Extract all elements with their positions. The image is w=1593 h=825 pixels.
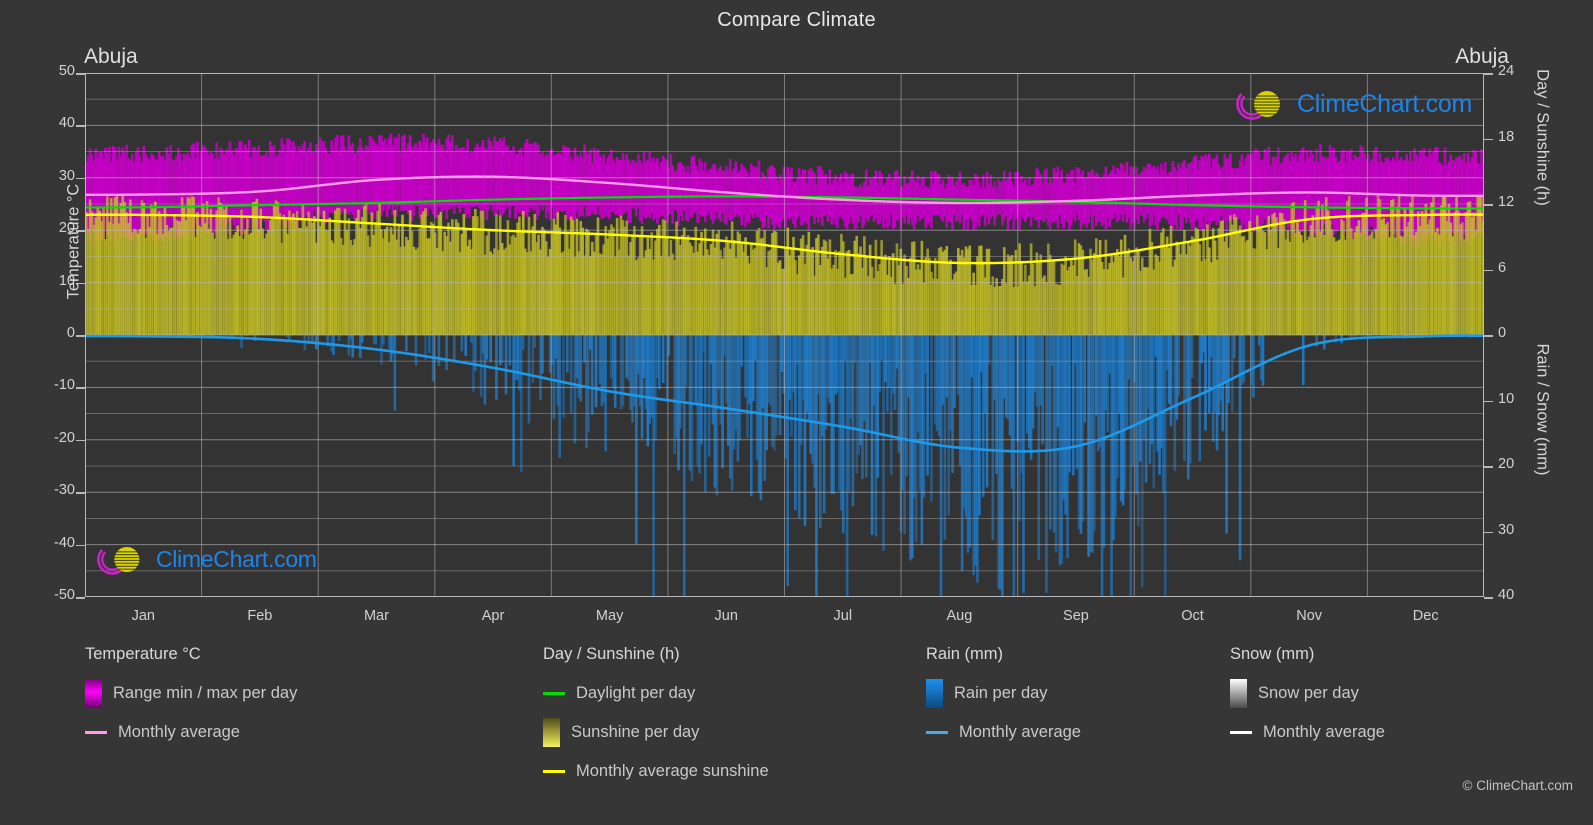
watermark-text-top: ClimeChart.com	[1297, 89, 1472, 118]
y-tick-left--40: -40	[54, 534, 75, 551]
x-tick-apr: Apr	[481, 608, 505, 624]
x-tick-nov: Nov	[1296, 608, 1323, 624]
x-tick-dec: Dec	[1412, 608, 1439, 624]
rain-swatch-icon	[926, 679, 943, 708]
copyright-text: © ClimeChart.com	[1462, 778, 1573, 793]
y-tick-mm-30: 30	[1498, 521, 1515, 538]
legend-label-sunshine-average: Monthly average sunshine	[576, 762, 769, 780]
y-tick-left-40: 40	[58, 115, 75, 132]
legend-item-sunshine-average[interactable]: Monthly average sunshine	[543, 757, 769, 786]
legend-column-day-sunshine: Day / Sunshine (h) Daylight per day Suns…	[543, 645, 769, 796]
legend-label-rain: Rain per day	[954, 684, 1048, 702]
x-tick-jan: Jan	[131, 608, 155, 624]
watermark-logo-bottom: ClimeChart.com	[94, 541, 317, 578]
climechart-logo-icon	[1236, 88, 1280, 120]
y-tickmark-left	[76, 335, 85, 337]
page-title: Compare Climate	[717, 9, 876, 31]
chart-legend: Temperature °C Range min / max per day M…	[0, 645, 1593, 810]
y-tickmark-right	[1484, 138, 1493, 140]
y-tick-hours-6: 6	[1498, 259, 1507, 276]
legend-column-temperature: Temperature °C Range min / max per day M…	[85, 645, 297, 757]
x-tick-mar: Mar	[363, 608, 389, 624]
y-tickmark-right	[1484, 400, 1493, 402]
temp-range-swatch-icon	[85, 679, 102, 708]
y-tick-mm-40: 40	[1498, 587, 1515, 603]
y-axis-label-left: Temperature °C	[64, 183, 83, 300]
legend-label-snow: Snow per day	[1258, 684, 1359, 702]
x-tick-sep: Sep	[1063, 608, 1089, 624]
y-tickmark-right	[1484, 531, 1493, 533]
daylight-line-icon	[543, 692, 565, 695]
y-tickmark-left	[76, 492, 85, 494]
legend-item-snow-average[interactable]: Monthly average	[1230, 718, 1385, 747]
y-tickmark-left	[76, 387, 85, 389]
legend-label-temp-average: Monthly average	[118, 723, 240, 741]
y-tickmark-right	[1484, 597, 1493, 599]
sunshine-average-line-icon	[543, 770, 565, 773]
x-tick-jul: Jul	[833, 608, 853, 624]
y-tickmark-left	[76, 597, 85, 599]
sunshine-swatch-icon	[543, 718, 560, 747]
legend-item-rain[interactable]: Rain per day	[926, 679, 1081, 708]
y-tickmark-left	[76, 544, 85, 547]
y-tickmark-right	[1484, 466, 1493, 468]
x-tick-feb: Feb	[247, 608, 273, 624]
x-tick-jun: Jun	[714, 608, 738, 624]
chart-svg	[85, 73, 1484, 597]
legend-heading-temperature: Temperature °C	[85, 645, 201, 663]
legend-label-rain-average: Monthly average	[959, 723, 1081, 741]
y-tick-left--10: -10	[54, 377, 75, 394]
legend-heading-rain: Rain (mm)	[926, 645, 1003, 663]
climate-chart-plot: ClimeChart.com ClimeChart.com	[85, 73, 1484, 597]
y-tick-left-0: 0	[66, 325, 75, 341]
x-tick-may: May	[595, 608, 624, 624]
y-tickmark-right	[1484, 335, 1493, 337]
city-label-left: Abuja	[84, 45, 138, 68]
y-tickmark-left	[76, 73, 85, 75]
y-tickmark-right	[1484, 73, 1493, 75]
y-tickmark-left	[76, 439, 85, 442]
y-axis-label-right-top: Day / Sunshine (h)	[1533, 69, 1552, 206]
y-tick-left--50: -50	[54, 587, 75, 603]
legend-item-temp-range[interactable]: Range min / max per day	[85, 679, 297, 708]
legend-item-rain-average[interactable]: Monthly average	[926, 718, 1081, 747]
legend-column-rain: Rain (mm) Rain per day Monthly average	[926, 645, 1081, 757]
legend-label-snow-average: Monthly average	[1263, 723, 1385, 741]
watermark-text-bottom: ClimeChart.com	[156, 546, 317, 572]
y-tickmark-right	[1484, 269, 1493, 271]
y-tick-left--20: -20	[54, 429, 75, 446]
watermark-logo-top: ClimeChart.com	[1233, 85, 1472, 123]
snow-swatch-icon	[1230, 679, 1247, 708]
legend-item-daylight[interactable]: Daylight per day	[543, 679, 769, 708]
climechart-logo-icon-2	[97, 544, 140, 575]
legend-column-snow: Snow (mm) Snow per day Monthly average	[1230, 645, 1385, 757]
legend-label-daylight: Daylight per day	[576, 684, 696, 702]
legend-heading-snow: Snow (mm)	[1230, 645, 1315, 663]
legend-heading-day-sunshine: Day / Sunshine (h)	[543, 645, 680, 663]
snow-average-line-icon	[1230, 731, 1252, 734]
legend-item-snow[interactable]: Snow per day	[1230, 679, 1385, 708]
legend-label-temp-range: Range min / max per day	[113, 684, 298, 702]
legend-item-sunshine[interactable]: Sunshine per day	[543, 718, 769, 747]
y-tickmark-right	[1484, 204, 1493, 206]
chart-gridlines	[85, 73, 1484, 597]
x-tick-aug: Aug	[946, 608, 973, 624]
y-tickmark-left	[76, 125, 85, 127]
y-axis-label-right-bottom: Rain / Snow (mm)	[1533, 343, 1552, 476]
legend-item-temp-average[interactable]: Monthly average	[85, 718, 297, 747]
temp-average-line-icon	[85, 731, 107, 734]
y-tick-left--30: -30	[54, 482, 75, 499]
x-tick-oct: Oct	[1181, 608, 1204, 624]
y-tick-left-50: 50	[58, 63, 75, 79]
legend-label-sunshine: Sunshine per day	[571, 723, 700, 741]
rain-average-line-icon	[926, 731, 948, 734]
